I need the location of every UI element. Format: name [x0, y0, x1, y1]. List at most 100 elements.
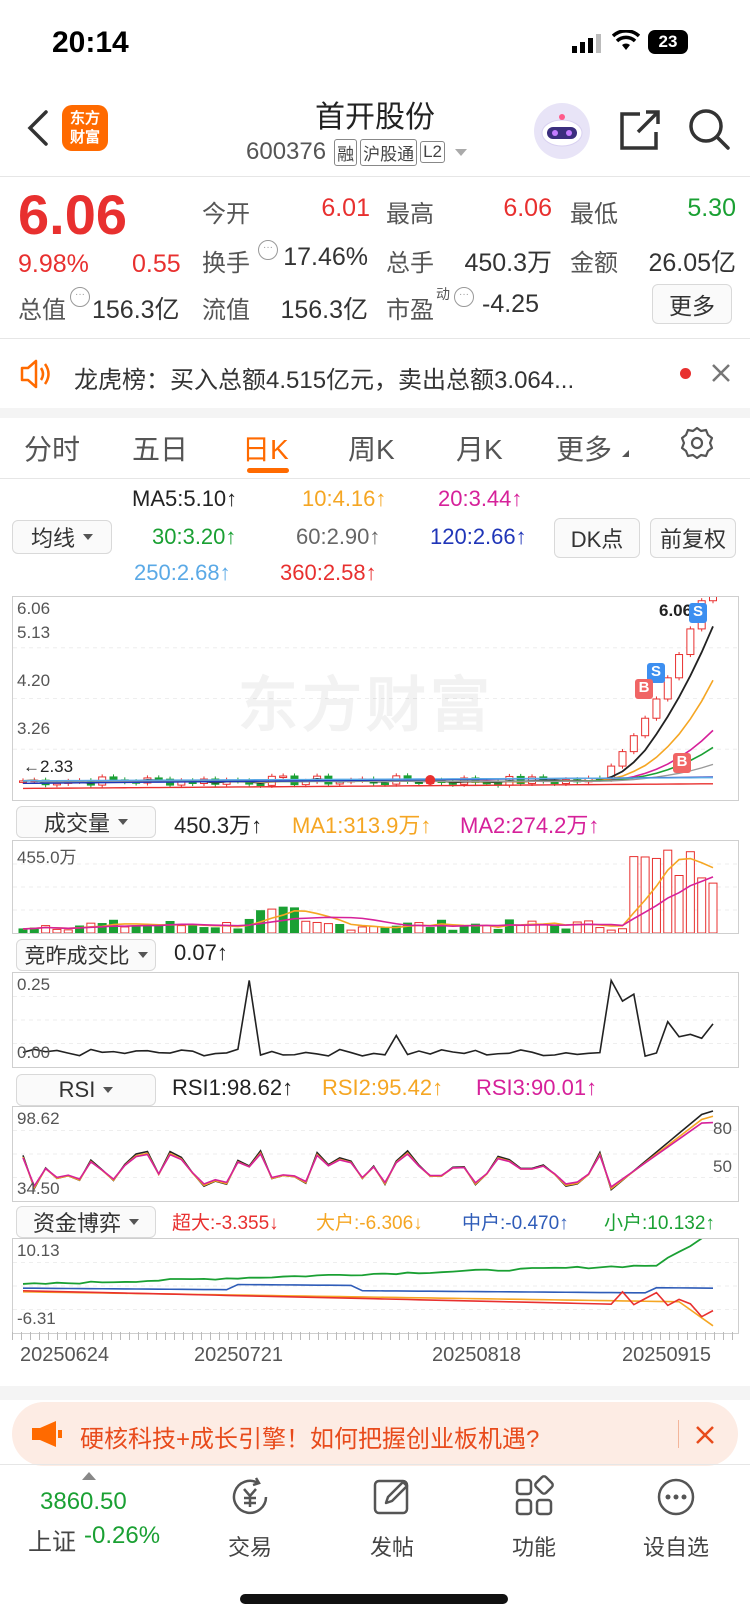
buy-marker[interactable]: B [673, 753, 691, 773]
bottom-bar-divider [0, 1464, 750, 1465]
ma120-label: 120:2.66↑ [430, 524, 527, 549]
fund-selector-label: 资金博弈 [32, 1211, 121, 1236]
fund-super-line [22, 1289, 714, 1318]
volume-bar [369, 926, 379, 933]
gear-icon[interactable] [680, 426, 714, 465]
fund-selector[interactable]: 资金博弈 [16, 1206, 156, 1238]
ratio-line [22, 977, 714, 1058]
volume-panel[interactable]: 455.0万 [12, 840, 739, 934]
close-icon[interactable] [694, 1424, 716, 1451]
chart-watermark: 东方财富 [238, 672, 494, 739]
ratio-panel[interactable]: 0.25 0.00 [12, 972, 739, 1068]
fund-panel[interactable]: 10.13 -6.31 [12, 1238, 739, 1334]
search-icon[interactable] [686, 106, 732, 157]
tab-more[interactable]: 更多 [556, 428, 612, 468]
volume-bar [199, 927, 209, 933]
tab-weekly-k[interactable]: 周K [348, 428, 395, 468]
notice-text[interactable]: 龙虎榜：买入总额4.515亿元，卖出总额3.064... [74, 360, 644, 395]
field-value-mktcap: 156.3亿 [92, 296, 180, 324]
more-dots-icon [657, 1478, 695, 1516]
info-icon[interactable]: ··· [258, 240, 278, 260]
field-label-open: 今开 [202, 201, 250, 228]
tab-five-day[interactable]: 五日 [132, 428, 188, 468]
badge-hgt: 沪股通 [360, 138, 418, 166]
rsi1-text: RSI1:98.62 [172, 1075, 283, 1100]
candle-body [686, 628, 695, 656]
volume-bar [527, 920, 537, 933]
volume-bar [550, 924, 560, 933]
more-button[interactable]: 更多 [652, 284, 732, 324]
post-label: 发帖 [369, 1535, 414, 1560]
rsi-panel[interactable]: 98.62 34.50 80 50 [12, 1106, 739, 1202]
tab-monthly-k[interactable]: 月K [456, 428, 503, 468]
volume-bar [380, 927, 390, 933]
volume-bar [176, 925, 186, 933]
fund-big-line [22, 1291, 714, 1327]
rsi-chart [13, 1110, 738, 1192]
date-label: 20250818 [432, 1344, 521, 1366]
volume-bar [323, 923, 333, 933]
kline-y-label: 3.26 [17, 719, 51, 738]
candle-body [709, 597, 717, 602]
last-price: 6.06 [18, 183, 127, 246]
kline-high-value: 6.06 [659, 601, 693, 620]
info-icon[interactable]: ··· [454, 287, 474, 307]
wifi-icon [611, 29, 641, 57]
functions-button[interactable]: 功能 [484, 1475, 584, 1562]
volume-bar [651, 857, 661, 933]
stock-code-row[interactable]: 600376 融 沪股通 L2 [246, 138, 468, 166]
fund-small-line [22, 1239, 703, 1285]
volume-bar [516, 925, 526, 933]
share-icon[interactable] [618, 108, 662, 157]
sell-marker[interactable]: S [689, 603, 707, 623]
field-label-amount: 金额 [570, 250, 618, 277]
field-value-amount: 26.05亿 [648, 249, 736, 277]
ma-selector[interactable]: 均线 [12, 520, 112, 554]
volume-bar [482, 925, 492, 933]
volume-bar [584, 920, 594, 933]
trade-button[interactable]: 交易 [200, 1475, 300, 1562]
chevron-down-icon [455, 148, 468, 156]
functions-label: 功能 [511, 1535, 556, 1560]
rsi-line-50: 50 [713, 1157, 732, 1176]
kline-low-value: 2.33 [40, 757, 74, 776]
home-indicator[interactable] [240, 1594, 508, 1604]
volume-ma1: MA1:313.9万↑ [292, 813, 432, 838]
dk-point-button[interactable]: DK点 [554, 518, 640, 558]
volume-y-max: 455.0万 [17, 848, 77, 867]
rsi3-value: RSI3:90.01↑ [476, 1075, 598, 1100]
adjust-button[interactable]: 前复权 [650, 518, 736, 558]
volume-bar [233, 928, 243, 933]
tabs-divider [0, 478, 750, 479]
candle-body [641, 717, 650, 737]
fund-super: 超大:-3.355↓ [172, 1213, 279, 1234]
fund-big: 大户:-6.306↓ [316, 1213, 423, 1234]
date-label: 20250624 [20, 1344, 109, 1366]
volume-bar [685, 851, 695, 933]
rsi-selector[interactable]: RSI [16, 1074, 156, 1106]
candle-body [279, 775, 288, 779]
promo-text[interactable]: 硬核科技+成长引擎！如何把握创业板机遇? [80, 1419, 539, 1454]
kline-panel[interactable]: 东方财富 6.06 5.13 4.20 3.26 ←2.33 6.06→ S S… [12, 596, 739, 801]
info-icon[interactable]: ··· [70, 287, 90, 307]
post-button[interactable]: 发帖 [342, 1475, 442, 1562]
date-label: 20250721 [194, 1344, 283, 1366]
buy-marker[interactable]: B [635, 679, 653, 699]
volume-selector[interactable]: 成交量 [16, 806, 156, 838]
index-widget[interactable]: 3860.50 上证 -0.26% [28, 1470, 188, 1556]
fund-small-text: 小户:10.132 [604, 1213, 706, 1234]
add-watchlist-button[interactable]: 设自选 [626, 1475, 726, 1562]
badge-rong: 融 [334, 138, 358, 166]
section-divider [0, 1386, 750, 1400]
tab-daily-k[interactable]: 日K [242, 428, 289, 468]
ma360-line [22, 783, 714, 790]
ratio-selector[interactable]: 竞昨成交比 [16, 939, 156, 971]
volume-bar [697, 877, 707, 933]
field-value-volume: 450.3万 [464, 249, 552, 277]
robot-avatar-icon[interactable] [534, 103, 590, 159]
close-icon[interactable] [710, 362, 732, 389]
tab-intraday[interactable]: 分时 [24, 428, 80, 468]
promo-divider [678, 1420, 679, 1448]
speaker-icon [18, 356, 54, 397]
volume-value-text: 450.3万 [174, 813, 252, 838]
